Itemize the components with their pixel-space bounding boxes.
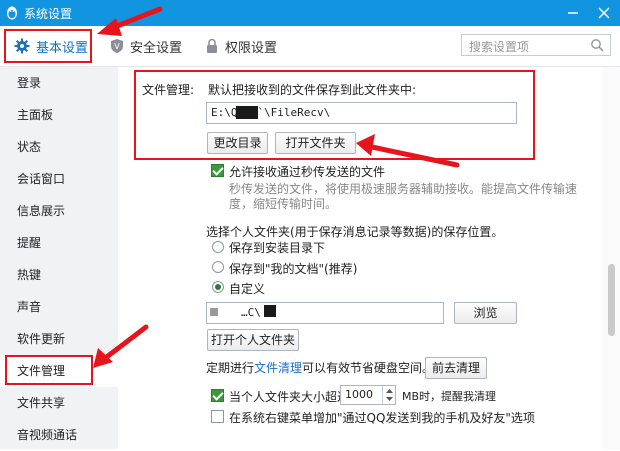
size-spinner[interactable] xyxy=(382,386,396,404)
go-cleanup-button[interactable]: 前去清理 xyxy=(425,357,487,379)
sidebar-item-info-display[interactable]: 信息展示 xyxy=(0,195,118,227)
allow-offline-label: 允许接收通过秒传发送的文件 xyxy=(229,165,386,179)
annotation-box-file-management xyxy=(5,355,93,385)
vertical-scrollbar[interactable] xyxy=(602,67,620,449)
allow-offline-checkbox[interactable] xyxy=(211,164,224,177)
size-warn-checkbox[interactable] xyxy=(211,389,224,402)
radio-install-dir[interactable] xyxy=(212,241,224,253)
sidebar-item-reminders[interactable]: 提醒 xyxy=(0,227,118,259)
sidebar-item-av-call[interactable]: 音视频通话 xyxy=(0,419,118,451)
top-tab-bar: 基本设置 V 安全设置 权限设置 搜索设置项 xyxy=(0,26,620,67)
window-title: 系统设置 xyxy=(24,7,73,21)
spinner-arrows-icon[interactable] xyxy=(383,386,396,404)
cleanup-suffix: 可以有效节省硬盘空间。 xyxy=(302,361,435,375)
size-threshold-value: 1000 xyxy=(345,388,373,401)
sidebar-item-login[interactable]: 登录 xyxy=(0,67,118,99)
redaction-mask xyxy=(264,305,276,317)
annotation-box-file-path xyxy=(134,70,535,160)
personal-folder-label: 选择个人文件夹(用于保存消息记录等数据)的保存位置。 xyxy=(206,225,504,239)
sidebar: 登录 主面板 状态 会话窗口 信息展示 提醒 热键 声音 软件更新 文件管理 文… xyxy=(0,67,118,449)
browse-button[interactable]: 浏览 xyxy=(454,302,517,324)
sidebar-item-file-sharing[interactable]: 文件共享 xyxy=(0,387,118,419)
tab-label: 权限设置 xyxy=(225,40,278,56)
title-bar: 系统设置 xyxy=(0,0,620,26)
open-personal-folder-button[interactable]: 打开个人文件夹 xyxy=(207,329,299,351)
sidebar-item-chat-window[interactable]: 会话窗口 xyxy=(0,163,118,195)
redaction-mask xyxy=(210,308,218,316)
tab-security-settings[interactable]: V 安全设置 xyxy=(110,26,182,66)
radio-my-documents[interactable] xyxy=(212,261,224,273)
search-input[interactable]: 搜索设置项 xyxy=(461,34,611,56)
custom-path-field[interactable]: …C\ xyxy=(206,302,444,324)
file-cleanup-link[interactable]: 文件清理 xyxy=(254,361,302,375)
sidebar-item-status[interactable]: 状态 xyxy=(0,131,118,163)
qq-logo-icon xyxy=(7,6,17,20)
tab-label: 安全设置 xyxy=(130,40,183,56)
cleanup-prefix: 定期进行 xyxy=(206,361,255,375)
context-menu-checkbox[interactable] xyxy=(211,410,224,423)
scrollbar-thumb[interactable] xyxy=(608,264,615,336)
offline-desc-line2: 度，缩短传输时间。 xyxy=(229,197,338,211)
shield-icon: V xyxy=(111,39,123,53)
context-menu-label: 在系统右键菜单增加"通过QQ发送到我的手机及好友"选项 xyxy=(229,411,535,425)
size-warn-prefix: 当个人文件夹大小超过 xyxy=(229,390,350,404)
radio-install-dir-label: 保存到安装目录下 xyxy=(229,241,326,255)
radio-custom-label: 自定义 xyxy=(229,282,266,296)
close-icon[interactable] xyxy=(594,3,614,23)
lock-icon xyxy=(207,38,217,53)
sidebar-item-main-panel[interactable]: 主面板 xyxy=(0,99,118,131)
search-icon[interactable] xyxy=(590,38,604,52)
minimize-icon[interactable] xyxy=(563,3,583,23)
size-warn-suffix: MB时，提醒我清理 xyxy=(402,390,497,403)
radio-custom[interactable] xyxy=(212,281,224,293)
annotation-box-basic-settings xyxy=(4,29,92,63)
svg-text:V: V xyxy=(114,42,120,51)
sidebar-item-sound[interactable]: 声音 xyxy=(0,291,118,323)
custom-path-value: …C\ xyxy=(241,306,261,319)
tab-permission-settings[interactable]: 权限设置 xyxy=(205,26,277,66)
sidebar-item-hotkeys[interactable]: 热键 xyxy=(0,259,118,291)
radio-my-documents-label: 保存到"我的文档"(推荐) xyxy=(229,262,358,276)
cleanup-text: 定期进行文件清理可以有效节省硬盘空间。 xyxy=(206,359,434,376)
sidebar-item-software-update[interactable]: 软件更新 xyxy=(0,323,118,355)
search-placeholder: 搜索设置项 xyxy=(469,40,530,54)
